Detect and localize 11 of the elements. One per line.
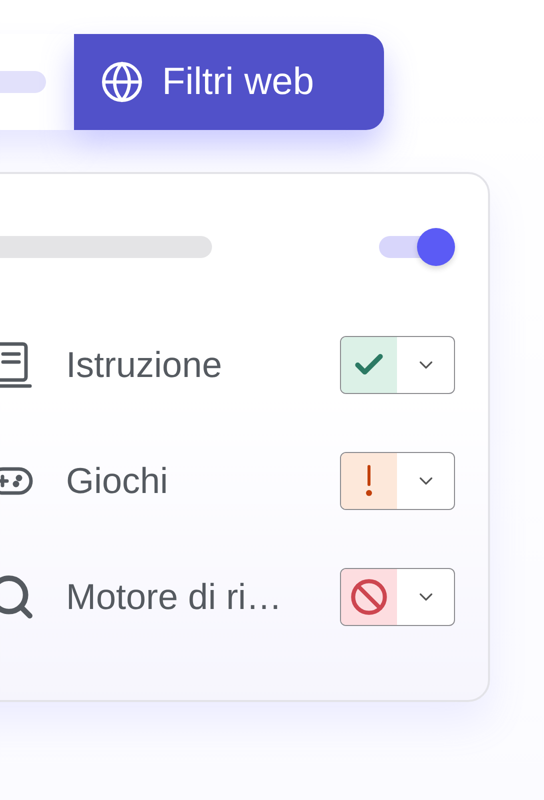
blocked-icon <box>350 578 388 616</box>
category-label: Motore di ri… <box>66 576 284 618</box>
status-dropdown[interactable] <box>340 568 455 626</box>
toggle-switch[interactable] <box>379 228 455 266</box>
category-label: Istruzione <box>66 344 224 386</box>
category-label: Giochi <box>66 460 170 502</box>
status-dropdown[interactable] <box>340 452 455 510</box>
tab[interactable]: Filtri web <box>74 34 384 130</box>
globe-icon <box>100 60 144 104</box>
exclamation-icon <box>365 465 373 497</box>
status-dropdown[interactable] <box>340 336 455 394</box>
